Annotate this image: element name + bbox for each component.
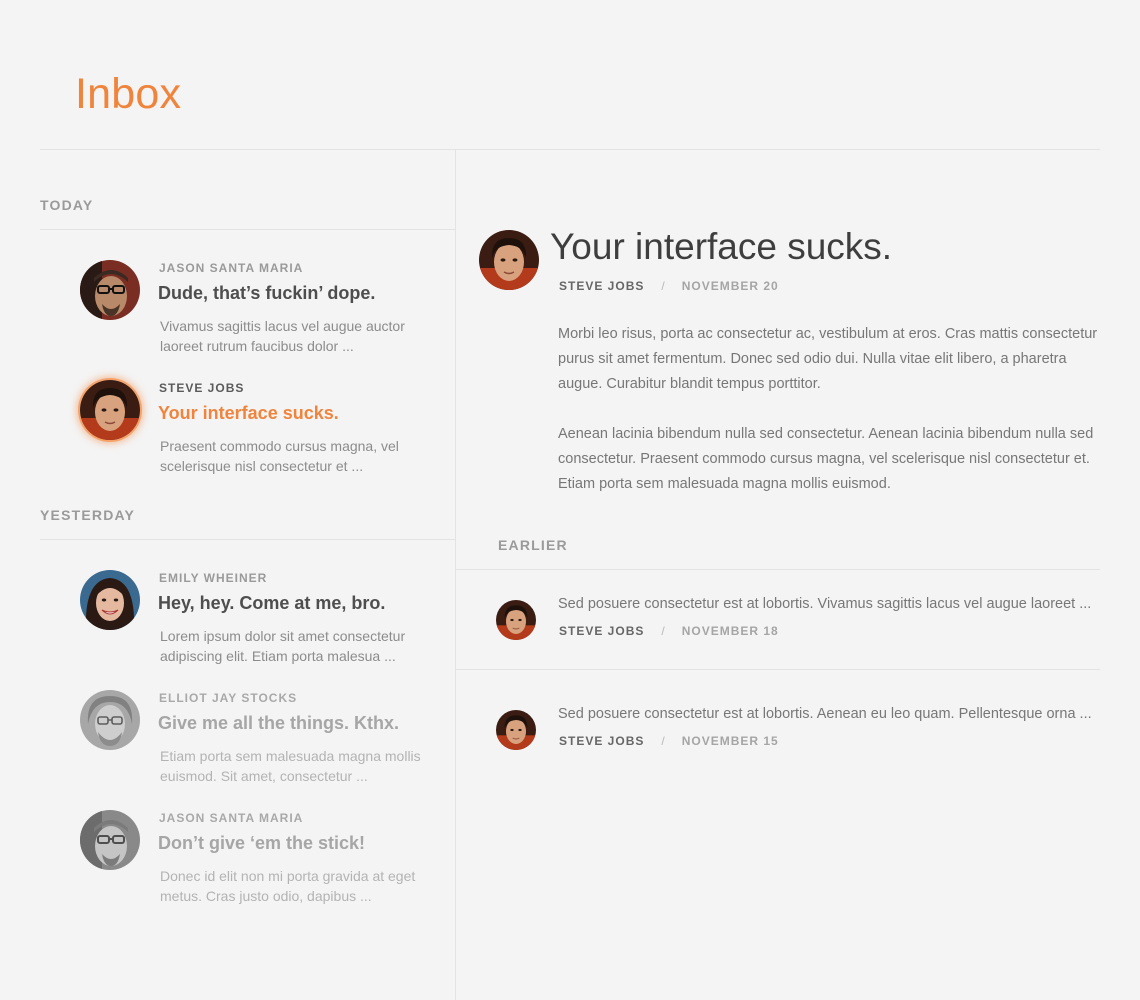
avatar	[80, 810, 140, 870]
message-subject: Don’t give ‘em the stick!	[158, 833, 366, 853]
message-subject: Dude, that’s fuckin’ dope.	[158, 283, 376, 303]
message-body-paragraph: Morbi leo risus, porta ac consectetur ac…	[558, 326, 1098, 392]
message-sender: JASON SANTA MARIA	[159, 261, 304, 275]
message-sender: ELLIOT JAY STOCKS	[159, 691, 298, 705]
message-subject: Give me all the things. Kthx.	[158, 713, 400, 733]
meta-separator: /	[661, 734, 666, 748]
avatar	[80, 260, 140, 320]
meta-separator: /	[661, 279, 666, 293]
message-preview: Praesent commodo cursus magna, vel scele…	[160, 438, 399, 474]
thread-divider	[456, 669, 1100, 670]
thread-sender: STEVE JOBS	[559, 734, 645, 748]
avatar	[80, 380, 140, 440]
message-preview: Vivamus sagittis lacus vel augue auctor …	[160, 318, 405, 354]
thread-item[interactable]: Sed posuere consectetur est at lobortis.…	[456, 570, 1100, 670]
section-earlier-label: EARLIER	[498, 537, 568, 553]
message-meta: STEVE JOBS / NOVEMBER 20	[559, 279, 779, 293]
section-divider	[40, 229, 455, 230]
avatar	[80, 570, 140, 630]
avatar	[496, 600, 536, 640]
list-item-selected[interactable]: STEVE JOBS Your interface sucks. Praesen…	[80, 380, 450, 490]
avatar	[80, 690, 140, 750]
message-preview: Lorem ipsum dolor sit amet consectetur a…	[160, 628, 406, 664]
list-item[interactable]: JASON SANTA MARIA Don’t give ‘em the sti…	[80, 810, 450, 920]
message-sender[interactable]: STEVE JOBS	[559, 279, 644, 293]
message-sender: JASON SANTA MARIA	[159, 811, 304, 825]
message-title: Your interface sucks.	[550, 226, 893, 267]
section-today-label: TODAY	[40, 197, 94, 213]
page-title: Inbox	[75, 70, 182, 118]
thread-sender: STEVE JOBS	[559, 624, 645, 638]
message-preview: Donec id elit non mi porta gravida at eg…	[160, 868, 416, 904]
message-subject: Hey, hey. Come at me, bro.	[158, 593, 386, 613]
thread-date: NOVEMBER 15	[681, 734, 779, 748]
thread-snippet: Sed posuere consectetur est at lobortis.…	[558, 706, 1092, 722]
thread-meta: STEVE JOBS / NOVEMBER 15	[559, 734, 779, 748]
thread-snippet: Sed posuere consectetur est at lobortis.…	[558, 596, 1092, 612]
message-preview: Etiam porta sem malesuada magna mollis e…	[160, 748, 421, 784]
message-date: NOVEMBER 20	[681, 279, 779, 293]
message-body-paragraph: Aenean lacinia bibendum nulla sed consec…	[558, 426, 1094, 492]
message-sender: STEVE JOBS	[159, 381, 245, 395]
meta-separator: /	[661, 624, 666, 638]
message-sender: EMILY WHEINER	[159, 571, 268, 585]
list-item[interactable]: EMILY WHEINER Hey, hey. Come at me, bro.…	[80, 570, 450, 680]
message-subject: Your interface sucks.	[158, 403, 339, 423]
header-divider	[40, 149, 1100, 150]
thread-meta: STEVE JOBS / NOVEMBER 18	[559, 624, 779, 638]
thread-date: NOVEMBER 18	[681, 624, 779, 638]
section-yesterday-label: YESTERDAY	[40, 507, 136, 523]
avatar	[496, 710, 536, 750]
list-item[interactable]: ELLIOT JAY STOCKS Give me all the things…	[80, 690, 450, 800]
sender-avatar	[479, 230, 539, 290]
section-divider	[40, 539, 455, 540]
thread-item[interactable]: Sed posuere consectetur est at lobortis.…	[456, 680, 1100, 780]
list-item[interactable]: JASON SANTA MARIA Dude, that’s fuckin’ d…	[80, 260, 450, 370]
